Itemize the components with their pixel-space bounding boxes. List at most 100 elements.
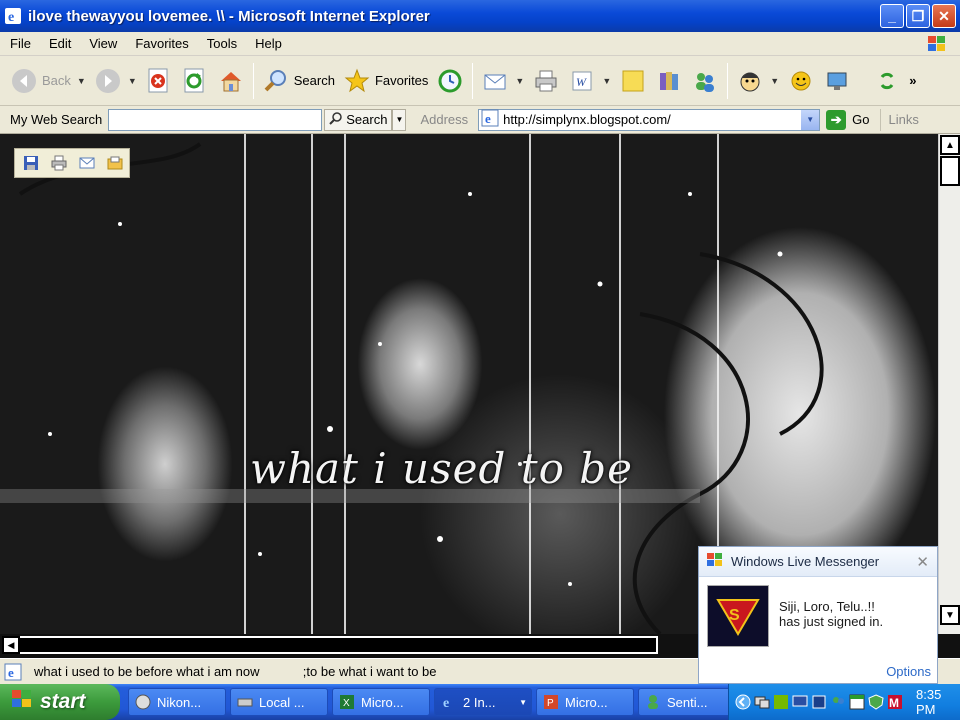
forward-button[interactable]: ▼ <box>90 61 141 101</box>
toolbar-separator <box>252 62 254 99</box>
contact-avatar: S <box>707 585 769 647</box>
messenger-notification-title: Windows Live Messenger <box>731 554 880 569</box>
message-line-contact: Siji, Loro, Telu..!! <box>779 599 875 614</box>
address-dropdown-icon[interactable]: ▼ <box>801 109 820 130</box>
smiley-button[interactable] <box>783 61 819 101</box>
stop-button[interactable] <box>141 61 177 101</box>
my-pictures-icon[interactable] <box>103 151 127 175</box>
scroll-left-arrow-icon[interactable]: ◀ <box>2 636 20 654</box>
maximize-button[interactable]: ❐ <box>906 4 930 28</box>
history-icon <box>436 67 464 95</box>
messenger-notification[interactable]: Windows Live Messenger ✕ S Siji, Loro, T… <box>698 546 938 684</box>
menu-file[interactable]: File <box>0 36 39 51</box>
menu-favorites[interactable]: Favorites <box>125 36 196 51</box>
calendar-icon[interactable] <box>849 694 865 710</box>
smiley-central-button[interactable]: ▼ <box>732 61 783 101</box>
shield-icon[interactable] <box>868 694 884 710</box>
network-icon[interactable] <box>754 694 770 710</box>
favorites-button[interactable]: Favorites <box>339 61 432 101</box>
home-button[interactable] <box>213 61 249 101</box>
mail-icon <box>481 67 509 95</box>
messenger-tray-icon[interactable] <box>830 694 846 710</box>
window-title-bar[interactable]: e ilove thewayyou lovemee. \\ - Microsof… <box>0 0 960 32</box>
research-button[interactable] <box>651 61 687 101</box>
excel-icon: X <box>339 694 355 710</box>
mcafee-icon[interactable]: M <box>887 694 903 710</box>
window-title: ilove thewayyou lovemee. \\ - Microsoft … <box>28 7 430 25</box>
scroll-up-arrow-icon[interactable]: ▲ <box>940 135 960 155</box>
vertical-scroll-thumb[interactable] <box>940 156 960 186</box>
address-url: http://simplynx.blogspot.com/ <box>503 112 671 127</box>
message-line-status: has just signed in. <box>779 614 884 629</box>
menu-view[interactable]: View <box>79 36 125 51</box>
start-button[interactable]: start <box>0 684 120 720</box>
svg-text:X: X <box>343 698 350 709</box>
close-icon[interactable]: ✕ <box>916 553 929 571</box>
my-web-search-button[interactable]: Search <box>324 108 393 131</box>
tray-expand-chevron-icon[interactable] <box>735 694 751 710</box>
close-button[interactable]: ✕ <box>932 4 956 28</box>
magnifier-icon <box>329 111 343 128</box>
horizontal-scroll-track[interactable] <box>2 636 658 654</box>
links-toolbar[interactable]: Links <box>879 108 919 131</box>
taskbar-item-internet-explorer[interactable]: e 2 In... ▼ <box>434 688 532 716</box>
taskbar-item-local-disk[interactable]: Local ... <box>230 688 328 716</box>
svg-text:S: S <box>729 607 740 624</box>
print-image-icon[interactable] <box>47 151 71 175</box>
menu-tools[interactable]: Tools <box>197 36 245 51</box>
address-toolbar: My Web Search Search ▼ Address e http://… <box>0 106 960 134</box>
taskbar-item-messenger-chat[interactable]: Senti... <box>638 688 736 716</box>
start-label: start <box>40 690 86 713</box>
history-button[interactable] <box>432 61 468 101</box>
favorites-label: Favorites <box>374 73 429 88</box>
edit-dropdown-icon[interactable]: ▼ <box>602 76 611 86</box>
back-button[interactable]: Back ▼ <box>6 61 90 101</box>
smiley-dropdown-icon[interactable]: ▼ <box>770 76 779 86</box>
edit-button[interactable]: W ▼ <box>564 61 615 101</box>
windows-live-logo-icon <box>705 551 725 572</box>
minimize-button[interactable]: _ <box>880 4 904 28</box>
clock[interactable]: 8:35 PM <box>916 687 960 717</box>
options-link[interactable]: Options <box>886 664 931 679</box>
my-web-search-input[interactable] <box>108 108 323 131</box>
refresh-button[interactable] <box>177 61 213 101</box>
menu-help[interactable]: Help <box>245 36 290 51</box>
messenger-button[interactable] <box>687 61 723 101</box>
blog-title: what i used to be <box>250 444 634 493</box>
back-dropdown-icon[interactable]: ▼ <box>77 76 86 86</box>
scroll-down-arrow-icon[interactable]: ▼ <box>940 605 960 625</box>
mail-dropdown-icon[interactable]: ▼ <box>515 76 524 86</box>
page-icon: e <box>481 109 499 130</box>
ie-logo-icon: e <box>4 7 22 25</box>
messenger-user-icon <box>645 694 661 710</box>
my-web-search-button-label: Search <box>346 112 388 127</box>
messenger-notification-message: Siji, Loro, Telu..!! has just signed in. <box>779 585 883 647</box>
go-button[interactable]: ➔ Go <box>820 109 879 130</box>
taskbar: start Nikon... Local ... X Micro... e 2 … <box>0 684 960 720</box>
nvidia-icon[interactable] <box>773 694 789 710</box>
save-image-icon[interactable] <box>19 151 43 175</box>
messenger-notification-body: S Siji, Loro, Telu..!! has just signed i… <box>699 577 937 647</box>
toolbar-separator <box>472 62 474 99</box>
taskbar-item-powerpoint[interactable]: P Micro... <box>536 688 634 716</box>
sync-button[interactable] <box>869 61 905 101</box>
group-dropdown-icon: ▼ <box>519 697 527 707</box>
menu-edit[interactable]: Edit <box>39 36 79 51</box>
search-button[interactable]: Search <box>258 61 339 101</box>
discuss-button[interactable] <box>615 61 651 101</box>
email-image-icon[interactable] <box>75 151 99 175</box>
forward-dropdown-icon[interactable]: ▼ <box>128 76 137 86</box>
taskbar-item-excel[interactable]: X Micro... <box>332 688 430 716</box>
my-web-search-dropdown-icon[interactable]: ▼ <box>392 108 407 131</box>
taskbar-item-nikon[interactable]: Nikon... <box>128 688 226 716</box>
address-field[interactable]: e http://simplynx.blogspot.com/ ▼ <box>478 108 821 131</box>
display-icon[interactable] <box>792 694 808 710</box>
monitor-button[interactable] <box>819 61 855 101</box>
taskbar-item-label: Nikon... <box>157 694 202 710</box>
drive-icon <box>237 694 253 710</box>
toolbar-overflow-chevron[interactable]: » <box>909 73 916 88</box>
print-button[interactable] <box>528 61 564 101</box>
vertical-scrollbar[interactable]: ▲ ▼ <box>938 134 960 634</box>
volume-icon[interactable] <box>811 694 827 710</box>
mail-button[interactable]: ▼ <box>477 61 528 101</box>
